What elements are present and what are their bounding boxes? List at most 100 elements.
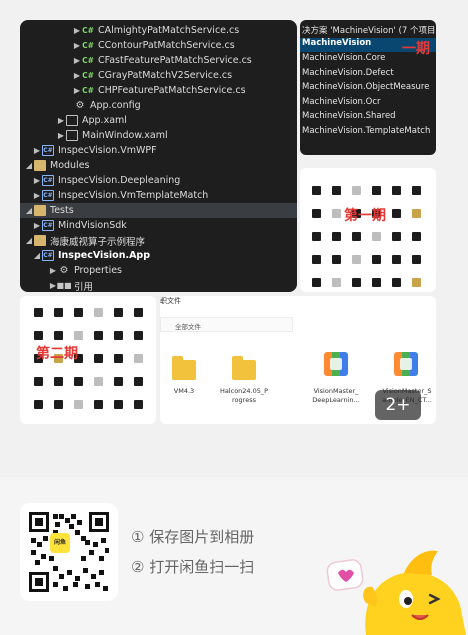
expand-arrow-icon[interactable]: ▶ <box>32 221 42 230</box>
qr-code[interactable]: 闲鱼 <box>20 503 118 601</box>
tree-row[interactable]: ◢ C# InspecVision.App <box>20 248 297 263</box>
folder-icon <box>34 160 46 171</box>
tool-icon <box>352 255 361 264</box>
expand-arrow-icon[interactable]: ◢ <box>24 236 34 245</box>
expand-arrow-icon[interactable]: ▶ <box>56 131 66 140</box>
tool-icon <box>54 377 63 386</box>
tree-row[interactable]: ▶ C# CAlmightyPatMatchService.cs <box>20 23 297 38</box>
expand-arrow-icon[interactable]: ▶ <box>56 116 66 125</box>
tree-row[interactable]: ▶ C# MindVisionSdk <box>20 218 297 233</box>
app-package-icon <box>324 352 348 376</box>
tool-icon <box>134 331 143 340</box>
file-browser-breadcrumb: 全部文件 <box>160 317 293 332</box>
tree-row-label: 引用 <box>74 281 94 293</box>
tool-icon <box>312 232 321 241</box>
xaml-file-icon <box>66 115 78 126</box>
step-scan-app: ② 打开闲鱼扫一扫 <box>131 558 255 576</box>
expand-arrow-icon[interactable]: ▶ <box>72 86 82 95</box>
tool-icon <box>134 377 143 386</box>
tree-row-label: CContourPatMatchService.cs <box>98 40 235 51</box>
tool-icon <box>312 186 321 195</box>
tool-icon <box>94 354 103 363</box>
tree-row[interactable]: ▶ C# InspecVision.Deepleaning <box>20 173 297 188</box>
tool-icon <box>134 354 143 363</box>
tree-row-label: InspecVision.VmTemplateMatch <box>58 190 209 201</box>
expand-arrow-icon[interactable]: ▶ <box>48 266 58 275</box>
solution-project-item[interactable]: MachineVision.Ocr <box>302 97 381 111</box>
tree-row[interactable]: ▶ ⚙ Properties <box>20 263 297 278</box>
tree-row-label: 海康威视算子示例程序 <box>50 236 146 248</box>
tool-icon <box>412 278 421 287</box>
tool-icon <box>412 255 421 264</box>
tree-row[interactable]: ◢ Tests <box>20 203 297 218</box>
tree-row[interactable]: ▶ App.xaml <box>20 113 297 128</box>
project-icon: C# <box>42 250 54 261</box>
solution-explorer-screenshot[interactable]: ▶ C# CAlmightyPatMatchService.cs ▶ C# CContou… <box>20 20 297 292</box>
solution-project-item[interactable]: MachineVision.Core <box>302 53 385 67</box>
tree-row[interactable]: ▶ C# InspecVision.VmWPF <box>20 143 297 158</box>
expand-arrow-icon[interactable]: ◢ <box>32 251 42 260</box>
solution-project-item[interactable]: MachineVision.ObjectMeasure <box>302 82 429 96</box>
expand-arrow-icon[interactable]: ◢ <box>24 161 34 170</box>
file-browser-header: 职文件 <box>160 297 181 305</box>
tree-row[interactable]: ▶ C# CGrayPatMatchV2Service.cs <box>20 68 297 83</box>
tree-row-label: InspecVision.VmWPF <box>58 145 157 156</box>
expand-arrow-icon[interactable]: ▶ <box>32 176 42 185</box>
tree-row[interactable]: ▶ C# InspecVision.VmTemplateMatch <box>20 188 297 203</box>
csharp-file-icon: C# <box>82 71 94 80</box>
expand-arrow-icon[interactable]: ▶ <box>72 26 82 35</box>
project-icon: C# <box>42 145 54 156</box>
solution-project-item[interactable]: MachineVision.Shared <box>302 111 396 125</box>
tree-row[interactable]: ◢ 海康威视算子示例程序 <box>20 233 297 248</box>
config-icon: ⚙ <box>75 100 85 111</box>
expand-arrow-icon[interactable]: ▶ <box>32 146 42 155</box>
expand-arrow-icon[interactable]: ▶ <box>72 71 82 80</box>
tool-icon <box>94 400 103 409</box>
tree-row[interactable]: ⚙ App.config <box>20 98 297 113</box>
folder-icon <box>232 356 256 380</box>
share-card: ▶ C# CAlmightyPatMatchService.cs ▶ C# CContou… <box>0 0 468 635</box>
project-icon: C# <box>42 190 54 201</box>
expand-arrow-icon[interactable]: ▶ <box>32 191 42 200</box>
solution-title: 决方案 'MachineVision' (7 个项目, <box>302 26 436 36</box>
tree-row[interactable]: ▶ MainWindow.xaml <box>20 128 297 143</box>
more-images-badge[interactable]: 2+ <box>375 390 421 420</box>
solution-project-item[interactable]: MachineVision.TemplateMatch <box>302 126 430 140</box>
tree-row[interactable]: ▶ C# CHPFeaturePatMatchService.cs <box>20 83 297 98</box>
expand-arrow-icon[interactable]: ◢ <box>24 206 34 215</box>
tool-icon <box>332 186 341 195</box>
expand-arrow-icon[interactable]: ▶ <box>72 56 82 65</box>
tree-row[interactable]: ◢ Modules <box>20 158 297 173</box>
tree-row-label: Tests <box>50 205 74 216</box>
tree-row-label: CFastFeaturePatMatchService.cs <box>98 55 252 66</box>
tool-icon <box>392 209 401 218</box>
thumbnail-grid-right[interactable] <box>300 168 436 292</box>
tool-icon <box>332 255 341 264</box>
tree-row[interactable]: ▶ C# CContourPatMatchService.cs <box>20 38 297 53</box>
tool-icon <box>94 377 103 386</box>
tool-icon <box>312 255 321 264</box>
tree-row-label: CHPFeaturePatMatchService.cs <box>98 85 246 96</box>
qr-logo: 闲鱼 <box>50 533 70 553</box>
tool-icon <box>392 232 401 241</box>
tool-icon <box>372 255 381 264</box>
csharp-file-icon: C# <box>82 56 94 65</box>
file-label-vm43: VM4.3 <box>173 387 195 395</box>
tool-icon <box>34 377 43 386</box>
tool-icon <box>114 354 123 363</box>
tool-icon <box>74 308 83 317</box>
tool-icon <box>134 308 143 317</box>
tree-row[interactable]: ▶ C# CFastFeaturePatMatchService.cs <box>20 53 297 68</box>
tree-row-label: MindVisionSdk <box>58 220 127 231</box>
tool-icon <box>312 278 321 287</box>
expand-arrow-icon[interactable]: ▶ <box>72 41 82 50</box>
tool-icon <box>412 209 421 218</box>
folder-icon <box>172 356 196 380</box>
tool-icon <box>34 331 43 340</box>
app-package-icon <box>394 352 418 376</box>
tree-row[interactable]: ▶ ■■ 引用 <box>20 278 297 292</box>
period-two-note: 第二期 <box>36 346 78 362</box>
tree-row-label: InspecVision.Deepleaning <box>58 175 181 186</box>
tool-icon <box>74 331 83 340</box>
solution-project-item[interactable]: MachineVision.Defect <box>302 68 394 82</box>
